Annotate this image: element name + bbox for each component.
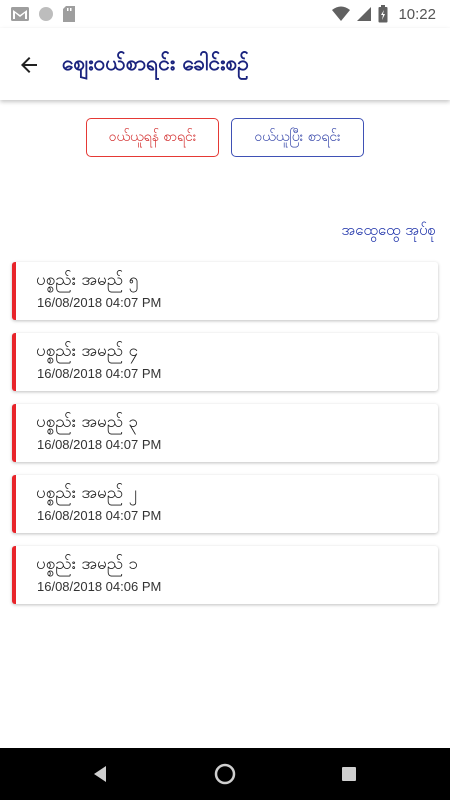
item-date: 16/08/2018 04:06 PM: [37, 579, 162, 594]
item-title: ပစ္စည်း အမည် ၃: [36, 412, 139, 432]
item-title: ပစ္စည်း အမည် ၄: [36, 341, 139, 361]
page-title: ဈေးဝယ်စာရင်း ခေါင်းစဉ်: [62, 51, 249, 75]
gmail-icon: [11, 7, 29, 21]
list-item[interactable]: ပစ္စည်း အမည် ၂ 16/08/2018 04:07 PM: [12, 475, 438, 533]
battery-icon: [378, 5, 388, 23]
shopping-item-list: ပစ္စည်း အမည် ၅ 16/08/2018 04:07 PM ပစ္စည…: [12, 262, 438, 617]
list-item[interactable]: ပစ္စည်း အမည် ၅ 16/08/2018 04:07 PM: [12, 262, 438, 320]
wifi-icon: [332, 6, 351, 21]
arrow-back-icon: [21, 57, 37, 73]
back-triangle-icon: [94, 766, 106, 782]
item-date: 16/08/2018 04:07 PM: [37, 366, 162, 381]
recents-square-icon: [342, 767, 356, 781]
nav-recents-button[interactable]: [337, 762, 361, 786]
signal-icon: [357, 7, 372, 21]
system-navigation-bar: [0, 748, 450, 800]
to-buy-list-button[interactable]: ဝယ်ယူရန် စာရင်း: [86, 118, 219, 157]
sd-card-icon: [63, 6, 75, 22]
item-title: ပစ္စည်း အမည် ၂: [36, 483, 137, 503]
general-group-link[interactable]: အထွေထွေ အုပ်စု: [341, 221, 436, 243]
status-bar-time: 10:22: [398, 5, 436, 23]
list-item[interactable]: ပစ္စည်း အမည် ၁ 16/08/2018 04:06 PM: [12, 546, 438, 604]
nav-back-button[interactable]: [88, 762, 112, 786]
item-date: 16/08/2018 04:07 PM: [37, 508, 162, 523]
back-button[interactable]: [12, 48, 46, 82]
list-item[interactable]: ပစ္စည်း အမည် ၄ 16/08/2018 04:07 PM: [12, 333, 438, 391]
nav-home-button[interactable]: [213, 762, 237, 786]
status-bar-notifications: [10, 5, 76, 23]
item-title: ပစ္စည်း အမည် ၁: [36, 554, 139, 574]
circle-icon: [39, 7, 53, 21]
item-date: 16/08/2018 04:07 PM: [37, 437, 162, 452]
app-bar: ဈေးဝယ်စာရင်း ခေါင်းစဉ်: [0, 28, 450, 100]
home-circle-icon: [214, 763, 236, 785]
status-bar: 10:22: [0, 0, 450, 28]
list-item[interactable]: ပစ္စည်း အမည် ၃ 16/08/2018 04:07 PM: [12, 404, 438, 462]
item-date: 16/08/2018 04:07 PM: [37, 295, 162, 310]
status-bar-system: 10:22: [332, 4, 436, 24]
bought-list-button[interactable]: ဝယ်ယူပြီး စာရင်း: [231, 118, 364, 157]
item-title: ပစ္စည်း အမည် ၅: [36, 270, 139, 290]
